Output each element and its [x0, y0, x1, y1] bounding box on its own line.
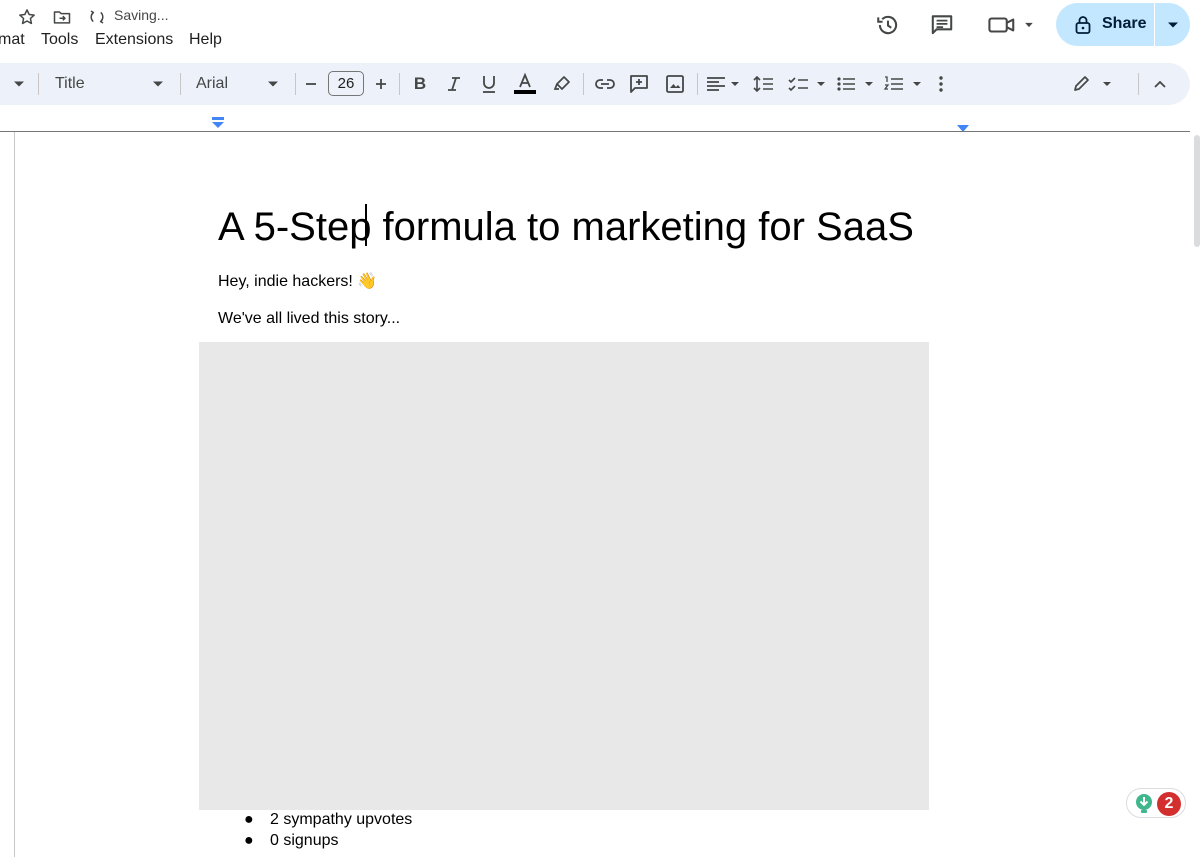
style-select[interactable]: Title	[48, 63, 172, 105]
lightbulb-icon	[1134, 793, 1154, 820]
menu-format[interactable]: mat	[0, 31, 25, 49]
menu-tools[interactable]: Tools	[41, 31, 78, 49]
left-indent-marker[interactable]	[211, 116, 225, 135]
increase-font-size-button[interactable]	[370, 63, 392, 105]
font-select[interactable]: Arial	[190, 63, 286, 105]
checklist-button[interactable]	[786, 63, 830, 105]
comments-icon[interactable]	[928, 11, 956, 39]
bullet-icon: ●	[244, 811, 254, 828]
text-color-icon	[514, 72, 536, 94]
right-indent-marker[interactable]	[956, 120, 970, 138]
notification-count: 2	[1157, 792, 1181, 816]
line-spacing-button[interactable]	[751, 63, 777, 105]
font-size-input[interactable]: 26	[328, 71, 364, 96]
align-left-icon	[707, 77, 739, 91]
toolbar-divider	[38, 73, 39, 95]
menu-extensions[interactable]: Extensions	[95, 31, 173, 49]
more-vert-icon	[939, 76, 943, 92]
numbered-list-button[interactable]	[882, 63, 926, 105]
sync-icon	[86, 6, 108, 28]
minus-icon	[306, 83, 316, 85]
underline-button[interactable]	[477, 63, 501, 105]
collapse-toolbar-button[interactable]	[1148, 63, 1172, 105]
share-button-group: Share	[1056, 3, 1190, 46]
caret-down-icon	[1167, 22, 1178, 27]
bullet-icon: ●	[244, 832, 254, 849]
insert-image-button[interactable]	[662, 63, 688, 105]
editing-mode-button[interactable]	[1070, 63, 1116, 105]
toolbar-divider	[1138, 73, 1139, 95]
highlighter-icon	[553, 76, 570, 90]
intro-paragraph[interactable]: We've all lived this story...	[218, 310, 400, 328]
caret-down-icon	[268, 81, 278, 87]
menu-help[interactable]: Help	[189, 31, 222, 49]
mode-caret-icon[interactable]	[10, 63, 28, 105]
share-label: Share	[1102, 15, 1147, 32]
embedded-image[interactable]	[199, 342, 929, 810]
list-item-text: 2 sympathy upvotes	[270, 811, 413, 828]
style-select-label: Title	[55, 75, 85, 92]
text-cursor	[365, 204, 367, 246]
highlight-color-button[interactable]	[550, 63, 574, 105]
page-edge	[14, 132, 15, 857]
move-to-folder-icon[interactable]	[51, 6, 73, 28]
scrollbar[interactable]	[1194, 135, 1200, 247]
share-button[interactable]: Share	[1056, 3, 1154, 46]
toolbar-divider	[697, 73, 698, 95]
more-options-button[interactable]	[930, 63, 952, 105]
bold-icon: B	[413, 74, 427, 93]
italic-button[interactable]	[442, 63, 466, 105]
pencil-icon	[1074, 76, 1111, 91]
chevron-up-icon	[1154, 80, 1166, 88]
numbered-list-icon	[883, 76, 921, 90]
share-dropdown-button[interactable]	[1155, 3, 1190, 46]
text-color-button[interactable]	[511, 63, 539, 105]
bulleted-list-button[interactable]	[834, 63, 878, 105]
add-comment-button[interactable]	[626, 63, 652, 105]
version-history-icon[interactable]	[874, 11, 902, 39]
greeting-paragraph[interactable]: Hey, indie hackers! 👋	[218, 271, 377, 291]
add-comment-icon	[630, 75, 648, 93]
font-select-label: Arial	[196, 75, 229, 92]
bulleted-list-icon	[837, 77, 873, 91]
align-button[interactable]	[704, 63, 744, 105]
decrease-font-size-button[interactable]	[300, 63, 322, 105]
lock-icon	[1074, 15, 1092, 40]
plus-icon	[376, 79, 386, 89]
line-spacing-icon	[753, 75, 773, 93]
star-icon[interactable]	[16, 6, 38, 28]
toolbar-divider	[295, 73, 296, 95]
underline-icon	[483, 76, 495, 93]
link-icon	[595, 79, 615, 89]
extension-badge[interactable]: 2	[1126, 788, 1186, 818]
image-icon	[666, 75, 684, 93]
checklist-icon	[788, 77, 825, 92]
caret-down-icon	[153, 81, 163, 87]
insert-link-button[interactable]	[592, 63, 618, 105]
italic-icon	[448, 77, 460, 91]
toolbar-divider	[399, 73, 400, 95]
ruler	[0, 131, 1190, 132]
toolbar-divider	[583, 73, 584, 95]
bold-button[interactable]: B	[408, 63, 432, 105]
document-title[interactable]: A 5-Step formula to marketing for SaaS	[218, 204, 914, 250]
toolbar-divider	[180, 73, 181, 95]
video-call-icon[interactable]	[985, 11, 1035, 39]
save-status: Saving...	[114, 7, 169, 23]
list-item-text: 0 signups	[270, 832, 339, 849]
